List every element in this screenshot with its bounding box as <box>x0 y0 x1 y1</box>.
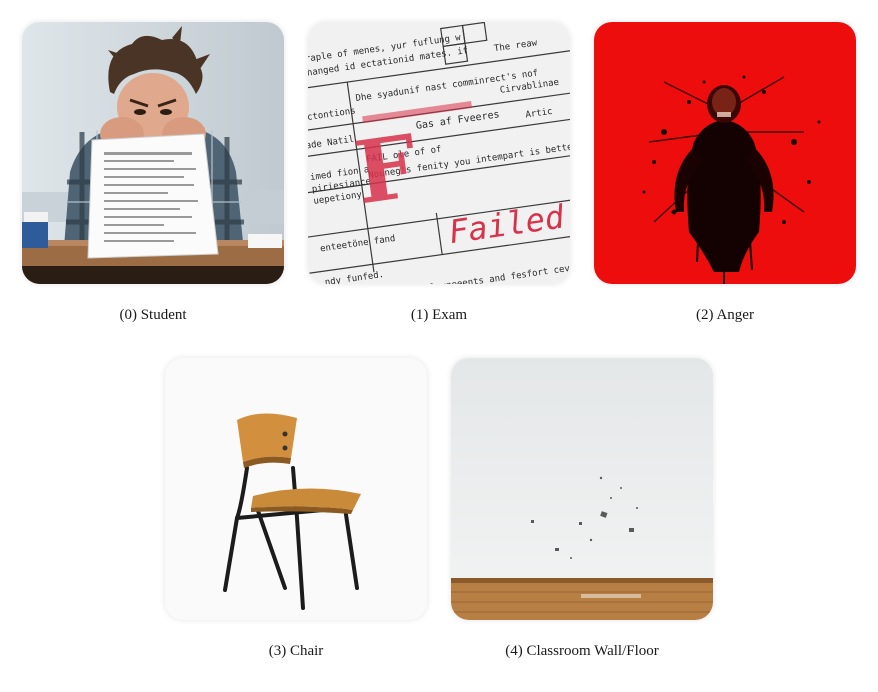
wall-and-floor-illustration <box>451 358 713 620</box>
caption-exam: (1) Exam <box>410 307 468 323</box>
caption-anger: (2) Anger <box>696 307 754 323</box>
student-illustration <box>22 22 284 284</box>
caption-chair: (3) Chair <box>268 643 324 659</box>
caption-student: (0) Student <box>119 307 187 323</box>
exam-image: Graple of menes, yur fuflung w changed i… <box>308 22 570 284</box>
failed-exam-illustration: Graple of menes, yur fuflung w changed i… <box>308 22 570 284</box>
angry-figure-illustration <box>594 22 856 284</box>
student-image <box>22 22 284 284</box>
anger-image <box>594 22 856 284</box>
school-chair-illustration <box>165 358 427 620</box>
wall-floor-image <box>451 358 713 620</box>
chair-image <box>165 358 427 620</box>
caption-classroom-wall-floor: (4) Classroom Wall/Floor <box>505 643 659 659</box>
